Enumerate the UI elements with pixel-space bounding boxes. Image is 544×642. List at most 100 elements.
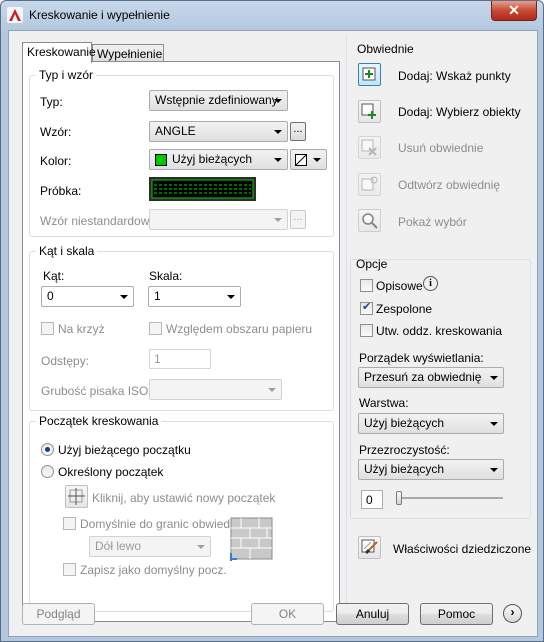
window-title: Kreskowanie i wypełnienie <box>29 8 170 22</box>
sample-label: Próbka: <box>40 184 82 198</box>
recreate-boundary-label[interactable]: Odtwórz obwiednię <box>398 178 500 192</box>
type-dropdown[interactable]: Wstępnie zdefiniowany <box>149 90 288 111</box>
pattern-browse-button[interactable]: ... <box>290 122 306 141</box>
color-label: Kolor: <box>40 154 72 168</box>
pattern-value: ANGLE <box>155 124 196 138</box>
chevron-down-icon <box>120 295 128 299</box>
background-color-dropdown[interactable] <box>290 149 327 170</box>
chevron-down-icon <box>227 295 235 299</box>
draw-order-dropdown[interactable]: Przesuń za obwiednię <box>358 367 504 388</box>
custom-pattern-label: Wzór niestandardowy: <box>40 214 159 228</box>
remove-boundary-icon <box>361 139 377 156</box>
close-button[interactable]: ✕ <box>491 1 537 21</box>
color-swatch <box>155 154 167 166</box>
cancel-button[interactable]: Anuluj <box>336 603 409 625</box>
hatch-origin-title: Początek kreskowania <box>36 414 162 428</box>
specified-origin-radio[interactable] <box>41 465 54 478</box>
chevron-down-icon <box>313 158 321 162</box>
use-current-origin-radio[interactable] <box>41 443 54 456</box>
preview-button[interactable]: Podgląd <box>22 603 95 625</box>
layer-dropdown[interactable]: Użyj bieżących <box>358 413 504 434</box>
options-group: Opcje <box>350 257 531 519</box>
inherit-properties-button[interactable] <box>358 536 381 559</box>
default-extents-label: Domyślnie do granic obwiedni <box>80 517 240 531</box>
transparency-input[interactable]: 0 <box>361 490 383 509</box>
add-pick-points-button[interactable] <box>358 63 381 86</box>
tab-hatch[interactable]: Kreskowanie <box>22 42 96 63</box>
color-dropdown[interactable]: Użyj bieżących <box>149 149 288 170</box>
origin-position-dropdown[interactable]: Dół lewo <box>89 536 211 557</box>
add-select-objects-button[interactable] <box>358 100 381 123</box>
store-default-label: Zapisz jako domyślny pocz. <box>80 563 227 577</box>
pick-points-icon <box>362 67 376 81</box>
type-pattern-group: Typ i wzór Typ: Wstępnie zdefiniowany Wz… <box>29 68 334 237</box>
no-fill-icon <box>295 154 307 166</box>
scale-value: 1 <box>154 289 161 303</box>
associative-label: Zespolone <box>376 302 433 316</box>
transparency-slider-track[interactable] <box>399 497 503 499</box>
angle-label: Kąt: <box>43 269 65 283</box>
spacing-label: Odstępy: <box>41 354 90 368</box>
view-selections-button[interactable] <box>358 209 381 232</box>
double-checkbox[interactable] <box>41 322 54 335</box>
scale-dropdown[interactable]: 1 <box>148 286 241 307</box>
draw-order-value: Przesuń za obwiednię <box>364 370 482 384</box>
hatch-origin-group: Początek kreskowania Użyj bieżącego pocz… <box>29 414 334 612</box>
chevron-down-icon <box>268 388 276 392</box>
pattern-sample-preview[interactable] <box>149 177 256 201</box>
default-extents-checkbox[interactable] <box>63 517 76 530</box>
recreate-boundary-button[interactable] <box>358 173 381 196</box>
transparency-dropdown[interactable]: Użyj bieżących <box>358 459 504 480</box>
specified-origin-label: Określony początek <box>58 465 164 479</box>
transparency-slider-thumb[interactable] <box>396 491 402 505</box>
remove-boundaries-label[interactable]: Usuń obwiednie <box>398 141 483 155</box>
chevron-down-icon <box>274 99 282 103</box>
angle-dropdown[interactable]: 0 <box>41 286 134 307</box>
separate-hatches-checkbox[interactable] <box>360 324 373 337</box>
options-title: Opcje <box>356 257 388 271</box>
layer-value: Użyj bieżących <box>364 416 445 430</box>
color-value: Użyj bieżących <box>172 152 253 166</box>
draw-order-label: Porządek wyświetlania: <box>359 351 484 365</box>
double-label: Na krzyż <box>58 322 105 336</box>
chevron-down-icon <box>274 218 282 222</box>
set-origin-button[interactable] <box>65 485 88 508</box>
vertical-separator <box>346 35 347 619</box>
more-options-button[interactable]: › <box>503 604 522 623</box>
iso-pen-dropdown[interactable] <box>149 379 282 400</box>
layer-label: Warstwa: <box>359 396 409 410</box>
relative-paper-label: Względem obszaru papieru <box>166 322 313 336</box>
hatch-tab-panel: Typ i wzór Typ: Wstępnie zdefiniowany Wz… <box>22 61 340 622</box>
associative-checkbox[interactable] <box>360 300 373 315</box>
remove-boundaries-button[interactable] <box>358 136 381 159</box>
scale-label: Skala: <box>149 269 183 283</box>
recreate-boundary-icon <box>361 176 378 191</box>
help-button[interactable]: Pomoc <box>420 603 493 625</box>
chevron-down-icon <box>274 158 282 162</box>
info-icon[interactable]: i <box>423 276 438 291</box>
chevron-down-icon <box>197 545 205 549</box>
select-objects-icon <box>361 103 376 119</box>
inherit-properties-label[interactable]: Właściwości dziedziczone <box>393 542 531 556</box>
ok-button[interactable]: OK <box>251 603 324 625</box>
annotative-checkbox[interactable] <box>360 279 373 292</box>
origin-preview-image <box>230 517 273 561</box>
type-label: Typ: <box>40 95 63 109</box>
dialog-body: Kreskowanie Wypełnienie Typ i wzór Typ: … <box>8 30 538 637</box>
view-selections-label[interactable]: Pokaż wybór <box>398 215 467 229</box>
spacing-input[interactable]: 1 <box>149 349 211 369</box>
store-default-checkbox[interactable] <box>63 563 76 576</box>
add-select-objects-label[interactable]: Dodaj: Wybierz obiekty <box>398 105 521 119</box>
transparency-label: Przezroczystość: <box>359 443 450 457</box>
pattern-dropdown[interactable]: ANGLE <box>149 121 288 142</box>
origin-position-value: Dół lewo <box>95 539 142 553</box>
custom-pattern-dropdown[interactable] <box>149 209 288 230</box>
custom-pattern-browse-button[interactable]: ... <box>290 210 306 229</box>
relative-paper-checkbox[interactable] <box>149 322 162 335</box>
paintbrush-icon <box>361 539 378 555</box>
angle-scale-group: Kąt i skala Kąt: Skala: 0 1 Na krzyż Wzg… <box>29 244 334 411</box>
boundaries-title: Obwiednie <box>357 42 414 56</box>
transparency-value: Użyj bieżących <box>364 462 445 476</box>
add-pick-points-label[interactable]: Dodaj: Wskaż punkty <box>398 69 511 83</box>
pattern-label: Wzór: <box>40 125 72 139</box>
